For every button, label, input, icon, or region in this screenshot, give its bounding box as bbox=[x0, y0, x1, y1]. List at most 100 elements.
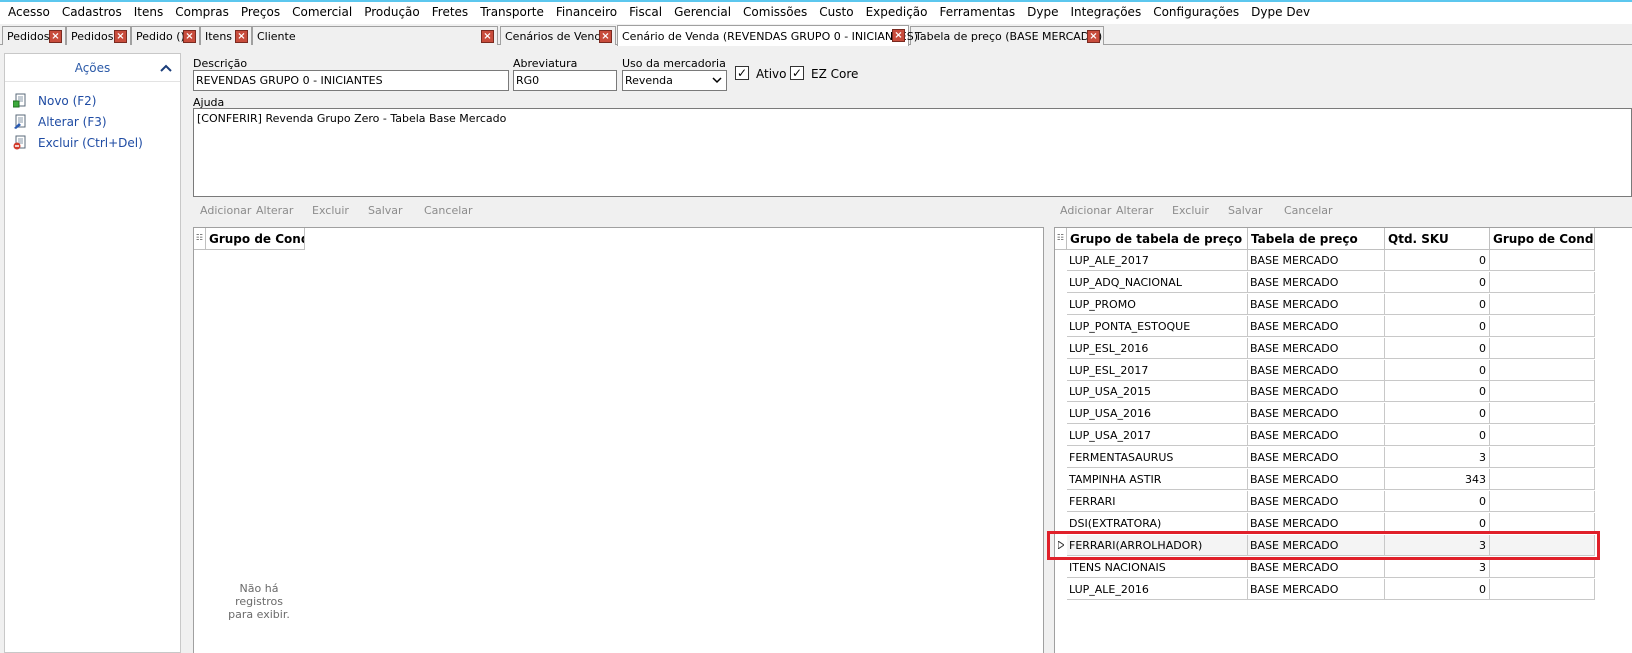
close-icon[interactable]: × bbox=[1087, 30, 1100, 43]
menu-custo[interactable]: Custo bbox=[813, 0, 859, 24]
table-row[interactable]: TAMPINHA ASTIR BASE MERCADO 343 bbox=[1055, 469, 1595, 490]
menu-transporte[interactable]: Transporte bbox=[474, 0, 550, 24]
cell-grupo-cond[interactable] bbox=[1490, 578, 1595, 600]
tab-cenario-de-venda[interactable]: Cenário de Venda (REVENDAS GRUPO 0 - INI… bbox=[617, 25, 918, 46]
menu-acesso[interactable]: Acesso bbox=[2, 0, 56, 24]
cell-tabela-preco[interactable]: BASE MERCADO bbox=[1248, 447, 1385, 469]
menu-itens[interactable]: Itens bbox=[128, 0, 169, 24]
cell-qtd-sku[interactable]: 0 bbox=[1385, 425, 1490, 447]
menu-fiscal[interactable]: Fiscal bbox=[623, 0, 668, 24]
cell-grupo-cond[interactable] bbox=[1490, 403, 1595, 425]
menu-cadastros[interactable]: Cadastros bbox=[56, 0, 128, 24]
close-icon[interactable]: × bbox=[481, 30, 494, 43]
menu-fretes[interactable]: Fretes bbox=[426, 0, 474, 24]
cell-qtd-sku[interactable]: 0 bbox=[1385, 337, 1490, 359]
cell-grupo-cond[interactable] bbox=[1490, 447, 1595, 469]
close-icon[interactable]: × bbox=[49, 30, 62, 43]
cell-grupo-tabela[interactable]: LUP_USA_2017 bbox=[1067, 425, 1248, 447]
menu-configuracoes[interactable]: Configurações bbox=[1147, 0, 1245, 24]
tab-tabela-de-preco[interactable]: Tabela de preço (BASE MERCADO) × bbox=[910, 26, 1104, 45]
cell-tabela-preco[interactable]: BASE MERCADO bbox=[1248, 315, 1385, 337]
cell-grupo-tabela[interactable]: LUP_ESL_2016 bbox=[1067, 337, 1248, 359]
abreviatura-input[interactable]: RG0 bbox=[513, 70, 617, 91]
menu-expedicao[interactable]: Expedição bbox=[860, 0, 934, 24]
uso-mercadoria-select[interactable]: Revenda bbox=[622, 70, 727, 91]
cell-grupo-cond[interactable] bbox=[1490, 469, 1595, 490]
cell-tabela-preco[interactable]: BASE MERCADO bbox=[1248, 359, 1385, 381]
column-header-qtd-sku[interactable]: Qtd. SKU bbox=[1385, 228, 1490, 250]
cell-grupo-tabela[interactable]: LUP_ALE_2016 bbox=[1067, 578, 1248, 600]
cell-grupo-cond[interactable] bbox=[1490, 381, 1595, 403]
tab-pedido[interactable]: Pedido () × bbox=[131, 26, 200, 45]
table-row[interactable]: LUP_ESL_2017 BASE MERCADO 0 bbox=[1055, 359, 1595, 381]
table-row[interactable]: LUP_ESL_2016 BASE MERCADO 0 bbox=[1055, 337, 1595, 359]
condition-group-grid[interactable]: ☷ Grupo de Cond. Não há registros para e… bbox=[193, 227, 1044, 653]
cell-grupo-cond[interactable] bbox=[1490, 425, 1595, 447]
cell-grupo-tabela[interactable]: LUP_USA_2016 bbox=[1067, 403, 1248, 425]
column-header-grupo-cond[interactable]: Grupo de Cond. bbox=[1490, 228, 1595, 250]
cell-qtd-sku[interactable]: 343 bbox=[1385, 469, 1490, 490]
left-delete-button[interactable]: Excluir bbox=[312, 204, 349, 217]
right-add-button[interactable]: Adicionar bbox=[1060, 204, 1111, 217]
chevron-up-icon[interactable] bbox=[160, 62, 172, 75]
right-cancel-button[interactable]: Cancelar bbox=[1284, 204, 1333, 217]
cell-qtd-sku[interactable]: 0 bbox=[1385, 293, 1490, 315]
cell-grupo-tabela[interactable]: LUP_ESL_2017 bbox=[1067, 359, 1248, 381]
column-header-grupo-cond[interactable]: Grupo de Cond. bbox=[206, 228, 305, 250]
cell-tabela-preco[interactable]: BASE MERCADO bbox=[1248, 381, 1385, 403]
cell-qtd-sku[interactable]: 0 bbox=[1385, 359, 1490, 381]
cell-grupo-tabela[interactable]: LUP_USA_2015 bbox=[1067, 381, 1248, 403]
table-row[interactable]: LUP_PONTA_ESTOQUE BASE MERCADO 0 bbox=[1055, 315, 1595, 337]
left-edit-button[interactable]: Alterar bbox=[256, 204, 293, 217]
right-delete-button[interactable]: Excluir bbox=[1172, 204, 1209, 217]
cell-tabela-preco[interactable]: BASE MERCADO bbox=[1248, 469, 1385, 490]
menu-integracoes[interactable]: Integrações bbox=[1064, 0, 1147, 24]
ativo-checkbox[interactable]: ✓ bbox=[735, 66, 749, 80]
ezcore-checkbox[interactable]: ✓ bbox=[790, 66, 804, 80]
cell-grupo-cond[interactable] bbox=[1490, 359, 1595, 381]
ajuda-textarea[interactable]: [CONFERIR] Revenda Grupo Zero - Tabela B… bbox=[193, 108, 1632, 197]
cell-grupo-tabela[interactable]: FERRARI bbox=[1067, 490, 1248, 512]
menu-dype[interactable]: Dype bbox=[1021, 0, 1064, 24]
cell-tabela-preco[interactable]: BASE MERCADO bbox=[1248, 271, 1385, 293]
menu-dype-dev[interactable]: Dype Dev bbox=[1245, 0, 1316, 24]
cell-grupo-tabela[interactable]: LUP_ADQ_NACIONAL bbox=[1067, 271, 1248, 293]
menu-ferramentas[interactable]: Ferramentas bbox=[934, 0, 1022, 24]
cell-grupo-cond[interactable] bbox=[1490, 293, 1595, 315]
menu-producao[interactable]: Produção bbox=[358, 0, 426, 24]
tab-pedidos-2[interactable]: Pedidos × bbox=[66, 26, 131, 45]
cell-tabela-preco[interactable]: BASE MERCADO bbox=[1248, 337, 1385, 359]
close-icon[interactable]: × bbox=[183, 30, 196, 43]
table-row[interactable]: FERMENTASAURUS BASE MERCADO 3 bbox=[1055, 447, 1595, 469]
table-row[interactable]: LUP_USA_2015 BASE MERCADO 0 bbox=[1055, 381, 1595, 403]
cell-qtd-sku[interactable]: 0 bbox=[1385, 578, 1490, 600]
column-chooser-icon[interactable]: ☷ bbox=[1055, 228, 1067, 250]
cell-qtd-sku[interactable]: 0 bbox=[1385, 490, 1490, 512]
right-save-button[interactable]: Salvar bbox=[1228, 204, 1263, 217]
close-icon[interactable]: × bbox=[599, 30, 612, 43]
tab-pedidos-1[interactable]: Pedidos × bbox=[2, 26, 66, 45]
actions-panel-header[interactable]: Ações bbox=[5, 54, 180, 82]
cell-qtd-sku[interactable]: 0 bbox=[1385, 403, 1490, 425]
menu-gerencial[interactable]: Gerencial bbox=[668, 0, 737, 24]
column-chooser-icon[interactable]: ☷ bbox=[194, 228, 206, 250]
descricao-input[interactable]: REVENDAS GRUPO 0 - INICIANTES bbox=[193, 70, 509, 91]
cell-grupo-tabela[interactable]: LUP_ALE_2017 bbox=[1067, 250, 1248, 271]
chevron-down-icon[interactable] bbox=[712, 73, 722, 90]
table-row[interactable]: FERRARI BASE MERCADO 0 bbox=[1055, 490, 1595, 512]
close-icon[interactable]: × bbox=[892, 29, 905, 42]
menu-precos[interactable]: Preços bbox=[235, 0, 286, 24]
cell-grupo-cond[interactable] bbox=[1490, 271, 1595, 293]
table-row[interactable]: LUP_ADQ_NACIONAL BASE MERCADO 0 bbox=[1055, 271, 1595, 293]
menu-compras[interactable]: Compras bbox=[169, 0, 235, 24]
tab-cenarios-de-venda[interactable]: Cenários de Venda × bbox=[500, 26, 616, 45]
cell-tabela-preco[interactable]: BASE MERCADO bbox=[1248, 250, 1385, 271]
cell-grupo-tabela[interactable]: TAMPINHA ASTIR bbox=[1067, 469, 1248, 490]
cell-qtd-sku[interactable]: 0 bbox=[1385, 271, 1490, 293]
menu-comercial[interactable]: Comercial bbox=[286, 0, 358, 24]
menu-financeiro[interactable]: Financeiro bbox=[550, 0, 623, 24]
cell-qtd-sku[interactable]: 0 bbox=[1385, 315, 1490, 337]
table-row[interactable]: LUP_ALE_2017 BASE MERCADO 0 bbox=[1055, 250, 1595, 271]
delete-button[interactable]: Excluir (Ctrl+Del) bbox=[13, 135, 143, 150]
table-row[interactable]: LUP_USA_2017 BASE MERCADO 0 bbox=[1055, 425, 1595, 447]
